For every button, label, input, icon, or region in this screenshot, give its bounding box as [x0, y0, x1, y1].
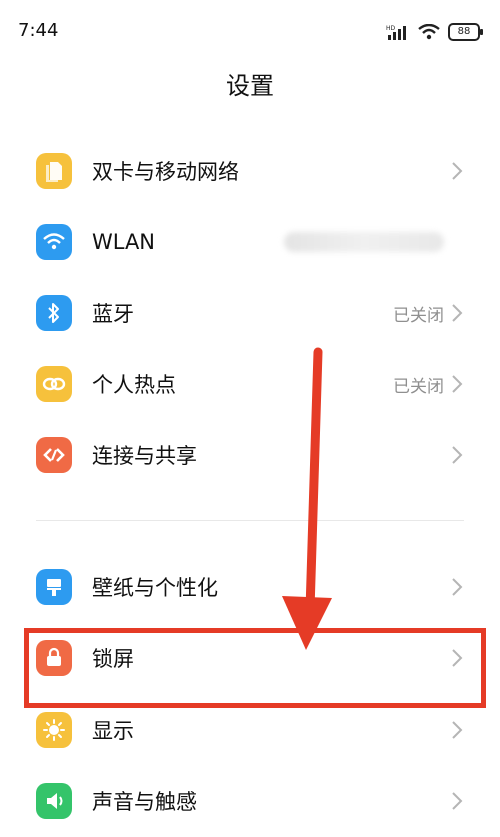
- chevron-right-icon: [452, 162, 463, 180]
- settings-item-label: 双卡与移动网络: [92, 160, 239, 184]
- settings-item-bluetooth[interactable]: 蓝牙 已关闭: [0, 277, 500, 349]
- speaker-icon: [36, 783, 72, 819]
- settings-item-label: WLAN: [92, 230, 156, 254]
- wifi-status-icon: [418, 24, 440, 40]
- settings-item-connect-share[interactable]: 连接与共享: [0, 419, 500, 491]
- sun-icon: [36, 712, 72, 748]
- chevron-right-icon: [452, 721, 463, 739]
- settings-item-label: 连接与共享: [92, 444, 197, 468]
- wifi-icon: [36, 224, 72, 260]
- settings-item-label: 声音与触感: [92, 790, 197, 814]
- annotation-highlight-box: [24, 628, 486, 708]
- settings-item-hotspot[interactable]: 个人热点 已关闭: [0, 348, 500, 420]
- section-divider: [36, 520, 464, 521]
- status-bar: 7:44 HD 88: [0, 0, 500, 60]
- chevron-right-icon: [452, 578, 463, 596]
- status-icons: HD 88: [386, 22, 483, 42]
- hotspot-icon: [36, 366, 72, 402]
- settings-item-dual-sim[interactable]: 双卡与移动网络: [0, 135, 500, 207]
- chevron-right-icon: [452, 375, 463, 393]
- chevron-right-icon: [452, 446, 463, 464]
- settings-item-value: 已关闭: [393, 305, 444, 326]
- sim-card-icon: [36, 153, 72, 189]
- settings-item-value: 已关闭: [393, 376, 444, 397]
- bluetooth-icon: [36, 295, 72, 331]
- connect-share-icon: [36, 437, 72, 473]
- settings-item-label: 个人热点: [92, 373, 176, 397]
- battery-icon: 88: [448, 23, 483, 41]
- settings-item-wallpaper[interactable]: 壁纸与个性化: [0, 551, 500, 623]
- chevron-right-icon: [452, 304, 463, 322]
- settings-item-label: 壁纸与个性化: [92, 576, 218, 600]
- svg-text:HD: HD: [386, 25, 396, 32]
- page-title: 设置: [226, 72, 274, 100]
- chevron-right-icon: [452, 792, 463, 810]
- status-time: 7:44: [18, 20, 59, 41]
- wlan-network-name-blurred: [284, 232, 444, 252]
- signal-icon: HD: [386, 25, 406, 40]
- settings-item-label: 显示: [92, 719, 134, 743]
- wallpaper-icon: [36, 569, 72, 605]
- settings-item-label: 蓝牙: [92, 302, 134, 326]
- settings-item-sound[interactable]: 声音与触感: [0, 765, 500, 837]
- settings-item-wlan[interactable]: WLAN: [0, 206, 500, 278]
